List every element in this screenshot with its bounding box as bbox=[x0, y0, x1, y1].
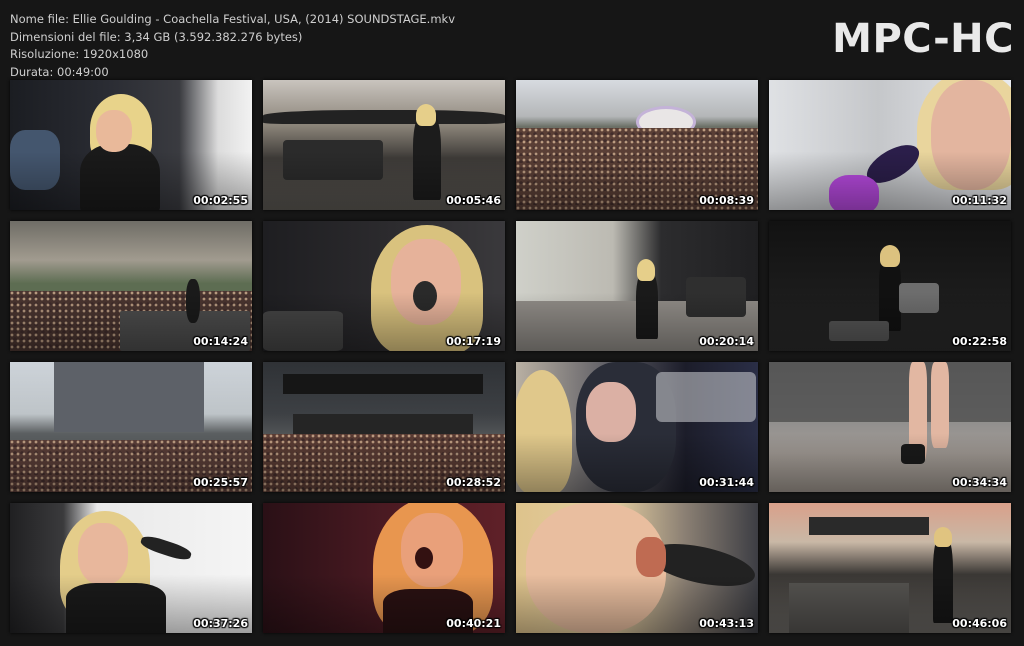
thumbnail[interactable]: 00:08:39 bbox=[516, 80, 758, 210]
thumbnail[interactable]: 00:37:26 bbox=[10, 503, 252, 633]
thumbnail[interactable]: 00:02:55 bbox=[10, 80, 252, 210]
timestamp: 00:40:21 bbox=[446, 617, 501, 630]
thumbnail[interactable]: 00:43:13 bbox=[516, 503, 758, 633]
thumbnail[interactable]: 00:28:52 bbox=[263, 362, 505, 492]
thumbnail[interactable]: 00:31:44 bbox=[516, 362, 758, 492]
thumbnail[interactable]: 00:11:32 bbox=[769, 80, 1011, 210]
thumbnail[interactable]: 00:40:21 bbox=[263, 503, 505, 633]
thumbnail[interactable]: 00:17:19 bbox=[263, 221, 505, 351]
timestamp: 00:20:14 bbox=[699, 335, 754, 348]
timestamp: 00:25:57 bbox=[193, 476, 248, 489]
thumbnail[interactable]: 00:22:58 bbox=[769, 221, 1011, 351]
thumbnail[interactable]: 00:14:24 bbox=[10, 221, 252, 351]
timestamp: 00:37:26 bbox=[193, 617, 248, 630]
thumbnail[interactable]: 00:46:06 bbox=[769, 503, 1011, 633]
timestamp: 00:34:34 bbox=[952, 476, 1007, 489]
timestamp: 00:22:58 bbox=[952, 335, 1007, 348]
timestamp: 00:08:39 bbox=[699, 194, 754, 207]
timestamp: 00:05:46 bbox=[446, 194, 501, 207]
timestamp: 00:02:55 bbox=[193, 194, 248, 207]
thumbnail[interactable]: 00:34:34 bbox=[769, 362, 1011, 492]
timestamp: 00:46:06 bbox=[952, 617, 1007, 630]
thumbnail[interactable]: 00:20:14 bbox=[516, 221, 758, 351]
thumbnail[interactable]: 00:25:57 bbox=[10, 362, 252, 492]
timestamp: 00:17:19 bbox=[446, 335, 501, 348]
timestamp: 00:14:24 bbox=[193, 335, 248, 348]
timestamp: 00:28:52 bbox=[446, 476, 501, 489]
thumbnail[interactable]: 00:05:46 bbox=[263, 80, 505, 210]
timestamp: 00:11:32 bbox=[952, 194, 1007, 207]
timestamp: 00:43:13 bbox=[699, 617, 754, 630]
thumbnail-grid: 00:02:55 00:05:46 00:08:39 00:11:32 00:1… bbox=[0, 0, 1024, 646]
timestamp: 00:31:44 bbox=[699, 476, 754, 489]
